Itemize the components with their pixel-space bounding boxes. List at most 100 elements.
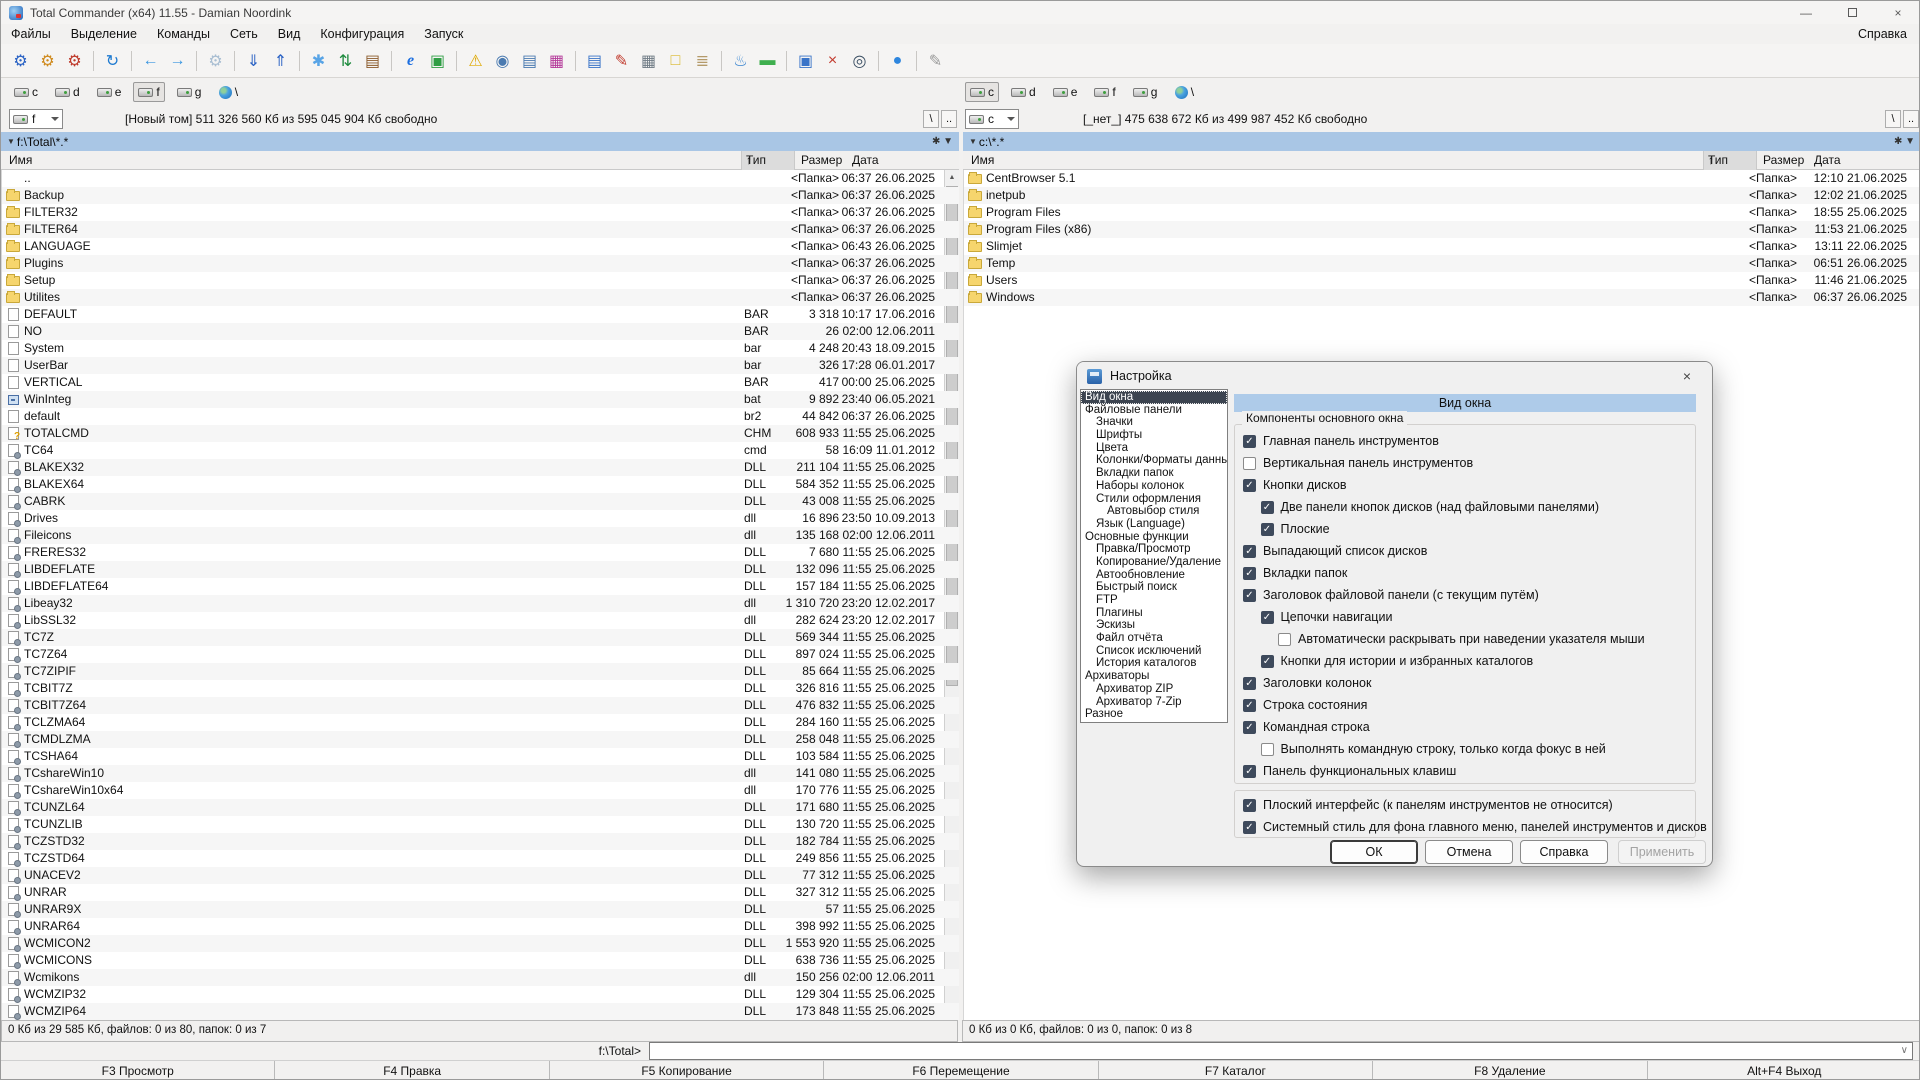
checkbox-checked[interactable]: ✓ [1243, 821, 1256, 834]
tree-item[interactable]: История каталогов [1081, 657, 1227, 670]
file-row[interactable]: Utilites<Папка>26.06.2025 06:37 [2, 289, 959, 306]
file-row[interactable]: Plugins<Папка>26.06.2025 06:37 [2, 255, 959, 272]
file-row[interactable]: TCZSTD32DLL182 78425.06.2025 11:55 [2, 833, 959, 850]
file-row[interactable]: LibSSL32dll282 62412.02.2017 23:20 [2, 612, 959, 629]
network-neighborhood-button[interactable]: \ [1169, 82, 1199, 102]
tree-item[interactable]: Архиватор 7-Zip [1081, 696, 1227, 709]
uninstall-icon[interactable]: × [819, 48, 846, 74]
checkbox-row[interactable]: ✓Вкладки папок [1243, 564, 1347, 582]
fkey-button-3[interactable]: F5 Копирование [549, 1061, 823, 1080]
tree-item[interactable]: Значки [1081, 416, 1227, 429]
defrag-icon[interactable]: ▬ [754, 48, 781, 74]
checkbox-row[interactable]: ✓Плоский интерфейс (к панелям инструмент… [1243, 796, 1613, 814]
file-row[interactable]: Libeay32dll1 310 72012.02.2017 23:20 [2, 595, 959, 612]
left-up-button[interactable]: .. [941, 110, 957, 128]
file-row[interactable]: WinIntegbat9 89206.05.2021 23:40 [2, 391, 959, 408]
browser-icon[interactable]: e [397, 48, 424, 74]
file-row[interactable]: DEFAULTBAR3 31817.06.2016 10:17 [2, 306, 959, 323]
file-row[interactable]: TCMDLZMADLL258 04825.06.2025 11:55 [2, 731, 959, 748]
file-row[interactable]: BLAKEX64DLL584 35225.06.2025 11:55 [2, 476, 959, 493]
file-row[interactable]: LIBDEFLATE64DLL157 18425.06.2025 11:55 [2, 578, 959, 595]
checkbox-checked[interactable]: ✓ [1243, 435, 1256, 448]
tree-item[interactable]: Архиваторы [1081, 670, 1227, 683]
file-row[interactable]: TCZSTD64DLL249 85625.06.2025 11:55 [2, 850, 959, 867]
column-header-size[interactable]: Размер [801, 153, 842, 167]
scroll-icon[interactable]: ≣ [689, 48, 716, 74]
file-row[interactable]: TCshareWin10x64dll170 77625.06.2025 11:5… [2, 782, 959, 799]
checkbox-checked[interactable]: ✓ [1243, 589, 1256, 602]
checkbox-checked[interactable]: ✓ [1243, 699, 1256, 712]
file-row[interactable]: WCMICONSDLL638 73625.06.2025 11:55 [2, 952, 959, 969]
doc-search-icon[interactable]: ◉ [489, 48, 516, 74]
search-files-icon[interactable]: ◎ [846, 48, 873, 74]
menu-item-выделение[interactable]: Выделение [61, 27, 147, 41]
tree-item[interactable]: Архиватор ZIP [1081, 683, 1227, 696]
tree-item[interactable]: FTP [1081, 594, 1227, 607]
checkbox-row[interactable]: ✓Цепочки навигации [1261, 608, 1393, 626]
file-row[interactable]: TOTALCMDCHM608 93325.06.2025 11:55 [2, 425, 959, 442]
drive-button-d[interactable]: d [50, 82, 85, 102]
drive-button-c[interactable]: c [965, 82, 999, 102]
file-row[interactable]: TCshareWin10dll141 08025.06.2025 11:55 [2, 765, 959, 782]
fkey-button-6[interactable]: F8 Удаление [1372, 1061, 1646, 1080]
drive-button-e[interactable]: e [92, 82, 127, 102]
column-header-date[interactable]: Дата [852, 153, 879, 167]
fkey-button-1[interactable]: F3 Просмотр [1, 1061, 274, 1080]
file-row[interactable]: LIBDEFLATEDLL132 09625.06.2025 11:55 [2, 561, 959, 578]
file-row[interactable]: TCBIT7Z64DLL476 83225.06.2025 11:55 [2, 697, 959, 714]
dialog-title-bar[interactable]: Настройка × [1077, 362, 1712, 390]
brush-icon[interactable]: ✎ [608, 48, 635, 74]
file-row[interactable]: NOBAR2612.06.2011 02:00 [2, 323, 959, 340]
checkbox-unchecked[interactable] [1243, 457, 1256, 470]
file-row[interactable]: TCUNZL64DLL171 68025.06.2025 11:55 [2, 799, 959, 816]
menu-item-команды[interactable]: Команды [147, 27, 220, 41]
file-row[interactable]: Temp<Папка>26.06.2025 06:51 [964, 255, 1920, 272]
right-path-tab[interactable]: ▼ c:\*.* ✱ ▼ [963, 132, 1920, 151]
file-row[interactable]: WCMICON2DLL1 553 92025.06.2025 11:55 [2, 935, 959, 952]
file-row[interactable]: ..<Папка>26.06.2025 06:37 [2, 170, 959, 187]
tree-item[interactable]: Копирование/Удаление [1081, 556, 1227, 569]
sort-az-icon[interactable]: ⇅ [332, 48, 359, 74]
color-grid-icon[interactable]: ▦ [543, 48, 570, 74]
column-header-date[interactable]: Дата [1814, 153, 1841, 167]
tree-item[interactable]: Шрифты [1081, 429, 1227, 442]
tree-item[interactable]: Вкладки папок [1081, 467, 1227, 480]
fkey-button-2[interactable]: F4 Правка [274, 1061, 548, 1080]
file-row[interactable]: LANGUAGE<Папка>26.06.2025 06:43 [2, 238, 959, 255]
checkbox-checked[interactable]: ✓ [1261, 523, 1274, 536]
drive-button-d[interactable]: d [1006, 82, 1041, 102]
checkbox-row[interactable]: ✓Кнопки для истории и избранных каталого… [1261, 652, 1534, 670]
file-row[interactable]: TC7ZDLL569 34425.06.2025 11:55 [2, 629, 959, 646]
notepad-icon[interactable]: ▤ [581, 48, 608, 74]
tree-item[interactable]: Быстрый поиск [1081, 581, 1227, 594]
file-row[interactable]: WCMZIP64DLL173 84825.06.2025 11:55 [2, 1003, 959, 1020]
checkbox-row[interactable]: ✓Плоские [1261, 520, 1330, 538]
control-panel-icon[interactable]: ▣ [792, 48, 819, 74]
tree-item[interactable]: Эскизы [1081, 619, 1227, 632]
forward-icon[interactable]: → [164, 48, 191, 74]
menu-item-сеть[interactable]: Сеть [220, 27, 268, 41]
file-row[interactable]: Program Files (x86)<Папка>21.06.2025 11:… [964, 221, 1920, 238]
menu-item-вид[interactable]: Вид [268, 27, 311, 41]
file-row[interactable]: TCSHA64DLL103 58425.06.2025 11:55 [2, 748, 959, 765]
split-files-icon[interactable]: ✱ [305, 48, 332, 74]
options-gear-orange-icon[interactable]: ⚙ [34, 48, 61, 74]
file-row[interactable]: TCLZMA64DLL284 16025.06.2025 11:55 [2, 714, 959, 731]
file-row[interactable]: TC7Z64DLL897 02425.06.2025 11:55 [2, 646, 959, 663]
path-dropdown-icon[interactable]: ▼ [7, 137, 15, 146]
cleanup-icon[interactable]: ♨ [727, 48, 754, 74]
doc-warning-icon[interactable]: ⚠ [462, 48, 489, 74]
file-row[interactable]: Windows<Папка>26.06.2025 06:37 [964, 289, 1920, 306]
tree-item[interactable]: Список исключений [1081, 645, 1227, 658]
dialog-button-ok[interactable]: ОК [1330, 840, 1418, 864]
tree-item[interactable]: Наборы колонок [1081, 480, 1227, 493]
checkbox-row[interactable]: ✓Заголовки колонок [1243, 674, 1371, 692]
file-row[interactable]: FILTER64<Папка>26.06.2025 06:37 [2, 221, 959, 238]
new-note-icon[interactable]: □ [662, 48, 689, 74]
file-row[interactable]: FILTER32<Папка>26.06.2025 06:37 [2, 204, 959, 221]
doc-list-icon[interactable]: ▤ [516, 48, 543, 74]
options-gear-red-icon[interactable]: ⚙ [61, 48, 88, 74]
checkbox-checked[interactable]: ✓ [1243, 799, 1256, 812]
clipboard-icon[interactable]: ▤ [359, 48, 386, 74]
column-header-name[interactable]: Имя [971, 153, 994, 167]
